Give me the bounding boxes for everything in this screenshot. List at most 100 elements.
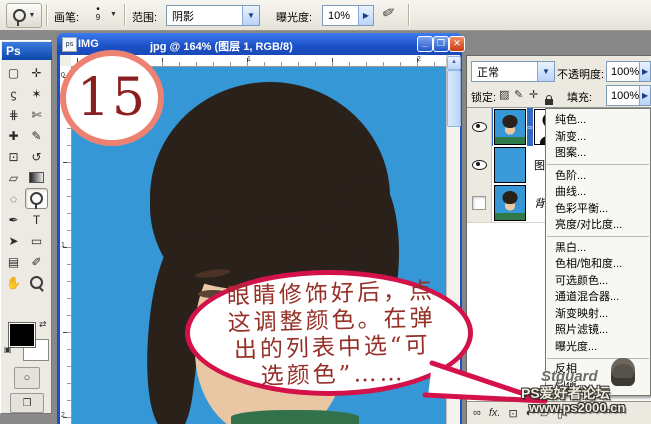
menu-item-13[interactable]: 照片滤镜... [546, 322, 650, 339]
menu-item-10[interactable]: 可选颜色... [546, 273, 650, 290]
tool-blur[interactable]: ◌ [2, 188, 25, 209]
foreground-color-swatch[interactable] [9, 323, 35, 347]
chevron-down-icon: ▼ [29, 12, 36, 19]
brush-label: 画笔: [54, 9, 79, 25]
photoshop-window: ▼ 画笔: • 9 ▼ 范围: 阴影 ▼ 曝光度: 10% ▶ ✐ Ps ▢✛ϛ… [0, 0, 651, 424]
menu-item-9[interactable]: 色相/饱和度... [546, 256, 650, 273]
document-icon: ps [62, 37, 77, 52]
brush-preview[interactable]: • 9 [88, 3, 108, 27]
chevron-down-icon[interactable]: ▼ [110, 11, 117, 18]
ruler-number: 2 [61, 412, 65, 419]
screen-mode-button[interactable]: ❐ [10, 393, 44, 413]
ruler-number: 1 [61, 242, 65, 249]
opacity-input[interactable]: 100% ▶ [606, 61, 651, 82]
mascot-watermark [611, 358, 635, 386]
tool-notes[interactable]: ▤ [2, 251, 25, 272]
eye-icon [472, 122, 487, 132]
tool-dodge[interactable] [25, 188, 48, 209]
menu-separator [547, 358, 649, 359]
menu-item-14[interactable]: 曝光度... [546, 339, 650, 356]
swap-colors-icon[interactable]: ⇄ [39, 319, 47, 330]
lock-position-icon[interactable]: ✛ [529, 88, 538, 101]
menu-item-4[interactable]: 色阶... [546, 168, 650, 185]
tool-zoom[interactable] [25, 272, 48, 293]
divider [408, 4, 409, 26]
tool-magic-wand[interactable]: ✶ [25, 83, 48, 104]
range-select[interactable]: 阴影 ▼ [166, 5, 260, 26]
divider [46, 4, 47, 26]
menu-item-11[interactable]: 通道混合器... [546, 289, 650, 306]
tool-path-select[interactable]: ➤ [2, 230, 25, 251]
menu-item-12[interactable]: 渐变映射... [546, 306, 650, 323]
lock-all-icon[interactable] [545, 99, 553, 105]
lock-label: 锁定: [471, 89, 496, 105]
tool-eraser[interactable]: ▱ [2, 167, 25, 188]
visibility-toggle[interactable] [467, 184, 492, 223]
lock-transparency-icon[interactable]: ▨ [499, 88, 509, 101]
menu-item-6[interactable]: 色彩平衡... [546, 201, 650, 218]
exposure-label: 曝光度: [276, 9, 312, 25]
exposure-input[interactable]: 10% ▶ [322, 5, 374, 26]
close-button[interactable]: ✕ [449, 36, 465, 52]
ruler-number: 2 [417, 56, 421, 63]
airbrush-icon[interactable]: ✐ [380, 3, 397, 24]
lock-pixels-icon[interactable]: ✎ [514, 88, 523, 101]
fill-label: 填充: [567, 89, 592, 105]
speech-bubble-text: 眼睛修饰好后，点 这调整颜色。在弹 出的列表中选“可 选颜色”…… [195, 277, 470, 392]
fill-input[interactable]: 100% ▶ [606, 85, 651, 106]
menu-item-7[interactable]: 亮度/对比度... [546, 217, 650, 234]
ps-logo: Ps [2, 42, 52, 60]
dodge-tool-icon [13, 9, 26, 22]
tool-clone-stamp[interactable]: ⊡ [2, 146, 25, 167]
tool-shape[interactable]: ▭ [25, 230, 48, 251]
eye-icon [472, 160, 487, 170]
current-tool-dropdown[interactable]: ▼ [6, 3, 42, 28]
tool-slice[interactable]: ✄ [25, 104, 48, 125]
forum-url-watermark: www.ps2000.cn [529, 400, 625, 415]
layer-style-icon[interactable]: fx. [489, 407, 501, 419]
slider-popup-icon[interactable]: ▶ [639, 86, 650, 105]
tool-move[interactable]: ✛ [25, 62, 48, 83]
slider-popup-icon[interactable]: ▶ [358, 6, 373, 25]
chevron-down-icon[interactable]: ▼ [537, 62, 554, 81]
layer-thumbnail[interactable] [494, 109, 526, 145]
visibility-toggle[interactable] [467, 146, 492, 185]
blend-mode-select[interactable]: 正常 ▼ [471, 61, 555, 82]
tool-brush[interactable]: ✎ [25, 125, 48, 146]
menu-item-3[interactable]: 图案... [546, 145, 650, 162]
chevron-down-icon[interactable]: ▼ [242, 6, 259, 25]
quick-mask-button[interactable]: ○ [14, 367, 40, 389]
ruler-number: 1 [247, 56, 251, 63]
minimize-button[interactable]: _ [417, 36, 433, 52]
toolbox-palette: Ps ▢✛ϛ✶⋕✄✚✎⊡↺▱◌✒T➤▭▤✐✋ ⇄ ▣ ○ ❐ [0, 40, 52, 414]
step-number-badge: 15 [60, 50, 164, 146]
layer-thumbnail[interactable] [494, 147, 526, 183]
maximize-button[interactable]: ❐ [433, 36, 449, 52]
portrait-collar [231, 410, 359, 424]
tool-hand[interactable]: ✋ [2, 272, 25, 293]
tool-pen[interactable]: ✒ [2, 209, 25, 230]
mask-link-icon: ∞ [527, 123, 533, 132]
scroll-up-icon[interactable]: ▲ [447, 56, 461, 70]
tool-lasso[interactable]: ϛ [2, 83, 25, 104]
scrollbar-thumb[interactable] [447, 70, 461, 127]
link-layers-icon[interactable]: ∞ [473, 407, 481, 419]
adjustment-layer-menu: 纯色...渐变...图案... 色阶...曲线...色彩平衡...亮度/对比度..… [545, 108, 651, 396]
tool-gradient[interactable] [25, 167, 48, 188]
tool-healing-brush[interactable]: ✚ [2, 125, 25, 146]
tool-eyedropper[interactable]: ✐ [25, 251, 48, 272]
tool-rectangular-marquee[interactable]: ▢ [2, 62, 25, 83]
menu-item-8[interactable]: 黑白... [546, 240, 650, 257]
slider-popup-icon[interactable]: ▶ [639, 62, 650, 81]
tool-history-brush[interactable]: ↺ [25, 146, 48, 167]
menu-item-2[interactable]: 渐变... [546, 129, 650, 146]
tool-type[interactable]: T [25, 209, 48, 230]
toolbox-dock: Ps ▢✛ϛ✶⋕✄✚✎⊡↺▱◌✒T➤▭▤✐✋ ⇄ ▣ ○ ❐ [0, 30, 55, 424]
add-layer-mask-icon[interactable]: ⊡ [508, 407, 517, 420]
visibility-toggle[interactable] [467, 108, 492, 147]
menu-item-5[interactable]: 曲线... [546, 184, 650, 201]
default-colors-icon[interactable]: ▣ [4, 345, 12, 354]
menu-item-1[interactable]: 纯色... [546, 112, 650, 129]
layer-thumbnail[interactable] [494, 185, 526, 221]
tool-crop[interactable]: ⋕ [2, 104, 25, 125]
